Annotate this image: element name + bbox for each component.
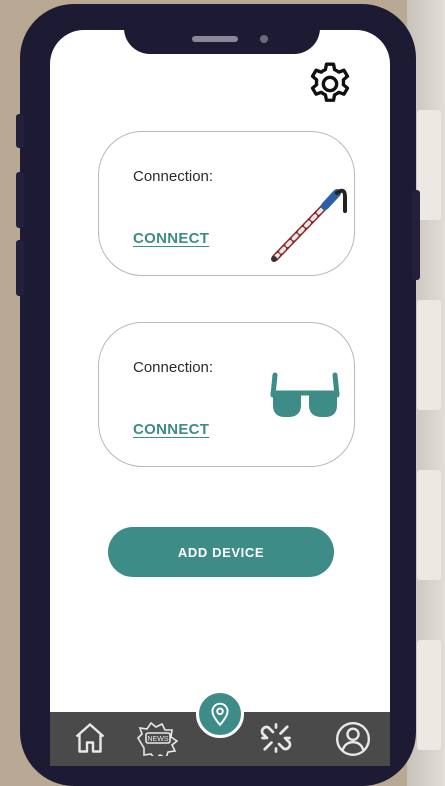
news-icon: NEWS — [136, 721, 179, 761]
home-icon — [75, 723, 105, 753]
connect-button[interactable]: CONNECT — [133, 421, 209, 438]
side-button — [16, 114, 24, 148]
cane-icon — [271, 188, 347, 262]
notch — [124, 4, 320, 54]
map-button[interactable] — [196, 690, 244, 738]
device-card-cane: Connection: CONNECT — [98, 131, 355, 276]
power-button — [412, 190, 420, 280]
connection-label: Connection: — [133, 168, 214, 185]
nav-news[interactable]: NEWS — [134, 720, 182, 761]
front-camera — [260, 35, 268, 43]
volume-up-button — [16, 172, 24, 228]
broken-link-icon — [260, 723, 292, 753]
speaker — [192, 36, 238, 42]
add-device-button[interactable]: ADD DEVICE — [108, 527, 334, 577]
profile-icon — [335, 721, 371, 757]
nav-profile[interactable] — [334, 720, 372, 763]
connect-button[interactable]: CONNECT — [133, 230, 209, 247]
device-card-glasses: Connection: CONNECT — [98, 322, 355, 467]
volume-down-button — [16, 240, 24, 296]
glasses-icon — [270, 372, 340, 417]
gear-icon — [310, 62, 350, 102]
nav-connections[interactable] — [258, 720, 294, 761]
settings-button[interactable] — [304, 58, 356, 110]
connection-label: Connection: — [133, 359, 214, 376]
map-pin-icon — [211, 702, 229, 727]
news-badge-text: NEWS — [148, 736, 169, 743]
nav-home[interactable] — [72, 720, 108, 761]
